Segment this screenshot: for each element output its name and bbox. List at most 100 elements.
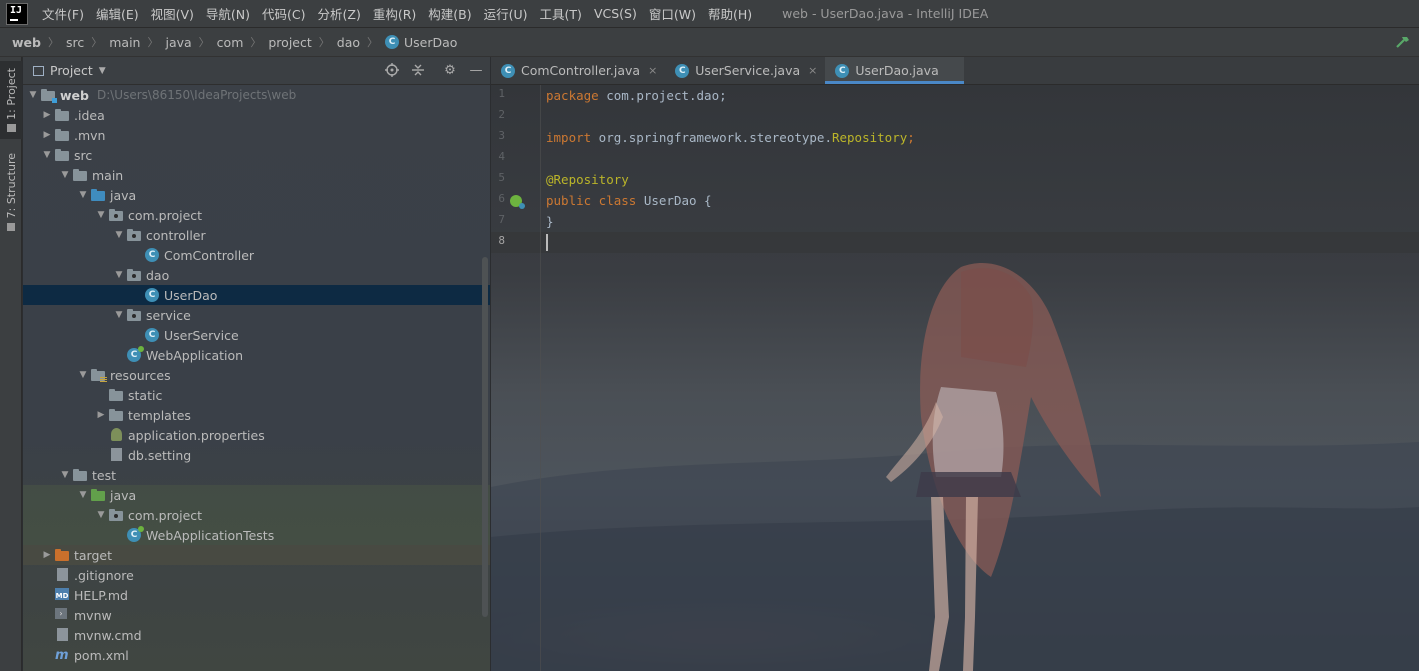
tool-tab-structure[interactable]: 7: Structure <box>0 151 22 233</box>
expand-arrow-icon[interactable]: ▼ <box>113 229 125 241</box>
tab-userdao[interactable]: C UserDao.java × <box>825 57 964 84</box>
hide-panel-icon[interactable]: — <box>468 63 484 79</box>
tab-userservice[interactable]: C UserService.java × <box>665 57 825 84</box>
tree-row-service[interactable]: ▼ service <box>23 305 490 325</box>
file-icon <box>109 448 125 462</box>
project-tree-scrollbar[interactable] <box>482 257 488 617</box>
menu-file[interactable]: 文件(F) <box>36 4 90 23</box>
breadcrumb-item-src[interactable]: src <box>66 35 84 50</box>
tree-row-main[interactable]: ▼ main <box>23 165 490 185</box>
tree-item-label: UserDao <box>164 287 218 303</box>
tree-row-mvn[interactable]: ▶ .mvn <box>23 125 490 145</box>
tree-row-mvnw[interactable]: › mvnw <box>23 605 490 625</box>
tree-row-comcontroller[interactable]: C ComController <box>23 245 490 265</box>
tree-row-gitignore[interactable]: .gitignore <box>23 565 490 585</box>
expand-arrow-icon[interactable]: ▼ <box>95 209 107 221</box>
close-icon[interactable]: × <box>648 64 657 77</box>
expand-arrow-icon[interactable]: ▼ <box>77 189 89 201</box>
menu-vcs[interactable]: VCS(S) <box>588 6 643 21</box>
file-icon <box>55 628 71 642</box>
menu-navigate[interactable]: 导航(N) <box>200 4 256 23</box>
line-number: 2 <box>498 108 505 121</box>
folder-icon <box>73 168 89 182</box>
class-icon: C <box>385 35 400 49</box>
menu-bar: IJ 文件(F) 编辑(E) 视图(V) 导航(N) 代码(C) 分析(Z) 重… <box>0 0 1419 28</box>
text-caret <box>546 234 548 251</box>
project-view-selector[interactable]: Project ▼ <box>33 63 106 78</box>
tree-row-templates[interactable]: ▶ templates <box>23 405 490 425</box>
expand-arrow-icon[interactable]: ▼ <box>77 489 89 501</box>
tree-row-test-com-project[interactable]: ▼ com.project <box>23 505 490 525</box>
tree-row-webapplication[interactable]: C WebApplication <box>23 345 490 365</box>
menu-window[interactable]: 窗口(W) <box>643 4 702 23</box>
tree-item-label: test <box>92 467 117 483</box>
code-line-6: public class UserDao { <box>546 190 712 211</box>
tree-item-label: java <box>110 487 137 503</box>
folder-icon <box>6 123 16 132</box>
tree-row-db-setting[interactable]: db.setting <box>23 445 490 465</box>
tree-row-controller[interactable]: ▼ controller <box>23 225 490 245</box>
tree-row-help-md[interactable]: MD HELP.md <box>23 585 490 605</box>
expand-arrow-icon[interactable]: ▼ <box>113 309 125 321</box>
collapsed-arrow-icon[interactable]: ▶ <box>41 109 53 121</box>
expand-arrow-icon[interactable]: ▼ <box>95 509 107 521</box>
tool-tab-project[interactable]: 1: Project <box>0 61 22 139</box>
gear-icon[interactable]: ⚙ <box>442 63 458 79</box>
breadcrumb-item-web[interactable]: web <box>12 35 41 50</box>
collapsed-arrow-icon[interactable]: ▶ <box>41 549 53 561</box>
tree-row-web[interactable]: ▼ web D:\Users\86150\IdeaProjects\web <box>23 85 490 105</box>
breadcrumb-item-java[interactable]: java <box>165 35 191 50</box>
tree-row-resources[interactable]: ▼ resources <box>23 365 490 385</box>
expand-arrow-icon[interactable]: ▼ <box>59 169 71 181</box>
tree-row-com-project[interactable]: ▼ com.project <box>23 205 490 225</box>
breadcrumb-item-userdao[interactable]: C UserDao <box>385 35 457 50</box>
spring-bean-gutter-icon[interactable] <box>510 195 525 209</box>
tree-row-application-properties[interactable]: application.properties <box>23 425 490 445</box>
expand-arrow-icon[interactable]: ▼ <box>77 369 89 381</box>
expand-arrow-icon[interactable]: ▼ <box>27 89 39 101</box>
menu-edit[interactable]: 编辑(E) <box>90 4 145 23</box>
collapsed-arrow-icon[interactable]: ▶ <box>95 409 107 421</box>
menu-run[interactable]: 运行(U) <box>478 4 534 23</box>
tree-row-target[interactable]: ▶ target <box>23 545 490 565</box>
tree-row-webapplicationtests[interactable]: C WebApplicationTests <box>23 525 490 545</box>
tree-row-userservice[interactable]: C UserService <box>23 325 490 345</box>
menu-build[interactable]: 构建(B) <box>422 4 477 23</box>
menu-view[interactable]: 视图(V) <box>145 4 200 23</box>
tree-row-idea[interactable]: ▶ .idea <box>23 105 490 125</box>
tree-item-label: templates <box>128 407 191 423</box>
breadcrumb-item-com[interactable]: com <box>217 35 244 50</box>
folder-icon <box>55 128 71 142</box>
tree-row-static[interactable]: static <box>23 385 490 405</box>
tree-row-mvnw-cmd[interactable]: mvnw.cmd <box>23 625 490 645</box>
tree-row-pom-xml[interactable]: m pom.xml <box>23 645 490 665</box>
tool-tab-structure-label: 7: Structure <box>4 153 18 219</box>
test-source-folder-icon <box>91 488 107 502</box>
close-icon[interactable]: × <box>808 64 817 77</box>
expand-arrow-icon[interactable]: ▼ <box>113 269 125 281</box>
tree-row-java[interactable]: ▼ java <box>23 185 490 205</box>
menu-analyze[interactable]: 分析(Z) <box>312 4 367 23</box>
tree-row-test[interactable]: ▼ test <box>23 465 490 485</box>
tree-row-dao[interactable]: ▼ dao <box>23 265 490 285</box>
tab-comcontroller[interactable]: C ComController.java × <box>491 57 665 84</box>
locate-file-icon[interactable] <box>384 63 400 79</box>
expand-arrow-icon[interactable]: ▼ <box>41 149 53 161</box>
spring-class-icon: C <box>127 346 144 362</box>
menu-code[interactable]: 代码(C) <box>256 4 311 23</box>
collapsed-arrow-icon[interactable]: ▶ <box>41 129 53 141</box>
menu-help[interactable]: 帮助(H) <box>702 4 758 23</box>
tree-row-userdao[interactable]: C UserDao <box>23 285 490 305</box>
menu-tools[interactable]: 工具(T) <box>534 4 588 23</box>
menu-refactor[interactable]: 重构(R) <box>367 4 422 23</box>
project-panel: Project ▼ ⚙ — ▼ web D:\Users\86150\IdeaP… <box>23 57 490 671</box>
expand-arrow-icon[interactable]: ▼ <box>59 469 71 481</box>
line-number: 4 <box>498 150 505 163</box>
build-hammer-icon[interactable] <box>1395 34 1411 50</box>
collapse-all-icon[interactable] <box>410 63 426 79</box>
tree-row-src[interactable]: ▼ src <box>23 145 490 165</box>
breadcrumb-item-project[interactable]: project <box>268 35 311 50</box>
tree-row-test-java[interactable]: ▼ java <box>23 485 490 505</box>
breadcrumb-item-dao[interactable]: dao <box>337 35 360 50</box>
breadcrumb-item-main[interactable]: main <box>109 35 140 50</box>
